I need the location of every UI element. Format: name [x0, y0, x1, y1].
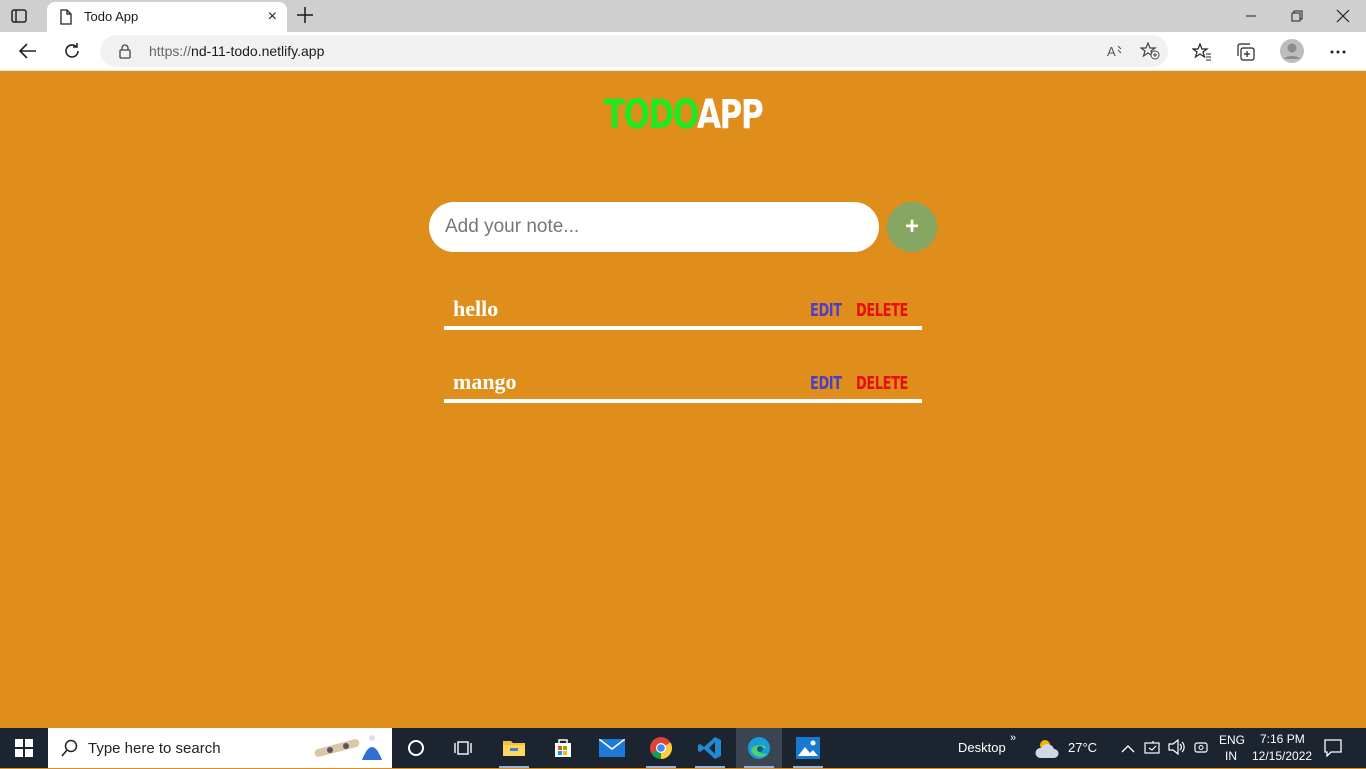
clock-date[interactable]: 12/15/2022 [1252, 749, 1312, 763]
language-indicator-top[interactable]: ENG [1219, 733, 1245, 747]
window-close-icon[interactable] [1320, 0, 1366, 32]
photos-icon[interactable] [785, 728, 831, 768]
cortana-icon[interactable] [393, 728, 439, 768]
vscode-icon[interactable] [687, 728, 733, 768]
taskbar: Type here to search Desktop » 27°C ENG I… [0, 728, 1366, 768]
mail-icon[interactable] [589, 728, 635, 768]
search-placeholder: Type here to search [88, 740, 221, 757]
back-icon[interactable] [16, 39, 40, 63]
more-menu-icon[interactable] [1327, 41, 1349, 63]
edge-icon[interactable] [736, 728, 782, 768]
search-highlight-icon [310, 732, 386, 769]
desktop-toolbar-label[interactable]: Desktop [958, 740, 1006, 755]
weather-temp[interactable]: 27°C [1068, 740, 1097, 755]
lock-icon[interactable] [118, 43, 132, 64]
tab-title: Todo App [84, 9, 139, 24]
address-bar[interactable]: https://nd-11-todo.netlify.app A [100, 35, 1168, 67]
page-icon [59, 9, 73, 30]
profile-avatar[interactable] [1280, 39, 1304, 63]
search-icon [61, 739, 79, 762]
weather-icon[interactable] [1034, 736, 1062, 765]
edit-button[interactable]: EDIT [810, 300, 842, 321]
new-tab-icon[interactable] [294, 4, 316, 26]
notifications-icon[interactable] [1324, 739, 1342, 762]
read-aloud-icon[interactable]: A [1106, 42, 1124, 65]
todo-text: mango [453, 369, 517, 394]
favorites-icon[interactable] [1191, 41, 1213, 63]
tab-close-icon[interactable]: × [268, 8, 277, 26]
chevron-up-icon[interactable] [1121, 741, 1135, 759]
restore-icon[interactable] [1274, 0, 1320, 32]
file-explorer-icon[interactable] [491, 728, 537, 768]
network-icon[interactable] [1144, 739, 1162, 760]
note-input[interactable] [429, 202, 879, 252]
tab-actions-icon[interactable] [10, 7, 28, 25]
task-view-icon[interactable] [440, 728, 486, 768]
edit-button[interactable]: EDIT [810, 373, 842, 394]
browser-tab-bar: Todo App × [0, 0, 1366, 32]
delete-button[interactable]: DELETE [856, 300, 908, 321]
clock-time[interactable]: 7:16 PM [1260, 732, 1305, 746]
toolbar-expand-icon[interactable]: » [1010, 732, 1016, 744]
todo-item: mango EDIT DELETE [444, 363, 922, 403]
todo-text: hello [453, 296, 499, 321]
url-text[interactable]: https://nd-11-todo.netlify.app [149, 43, 324, 59]
collections-icon[interactable] [1235, 41, 1257, 63]
browser-tab[interactable]: Todo App × [47, 2, 287, 32]
meet-now-icon[interactable] [1194, 740, 1208, 759]
language-indicator-bottom[interactable]: IN [1225, 749, 1237, 763]
browser-toolbar: https://nd-11-todo.netlify.app A [0, 32, 1366, 71]
minimize-icon[interactable] [1228, 0, 1274, 32]
windows-start-icon[interactable] [0, 728, 48, 768]
svg-text:A: A [1107, 44, 1116, 59]
store-icon[interactable] [540, 728, 586, 768]
todo-item: hello EDIT DELETE [444, 290, 922, 330]
delete-button[interactable]: DELETE [856, 373, 908, 394]
taskbar-search[interactable]: Type here to search [48, 728, 392, 768]
add-note-button[interactable]: + [887, 202, 937, 252]
chrome-icon[interactable] [638, 728, 684, 768]
volume-icon[interactable] [1168, 738, 1186, 760]
add-favorite-icon[interactable] [1139, 41, 1160, 65]
app-logo: TODOAPP [603, 92, 764, 138]
refresh-icon[interactable] [60, 39, 84, 63]
